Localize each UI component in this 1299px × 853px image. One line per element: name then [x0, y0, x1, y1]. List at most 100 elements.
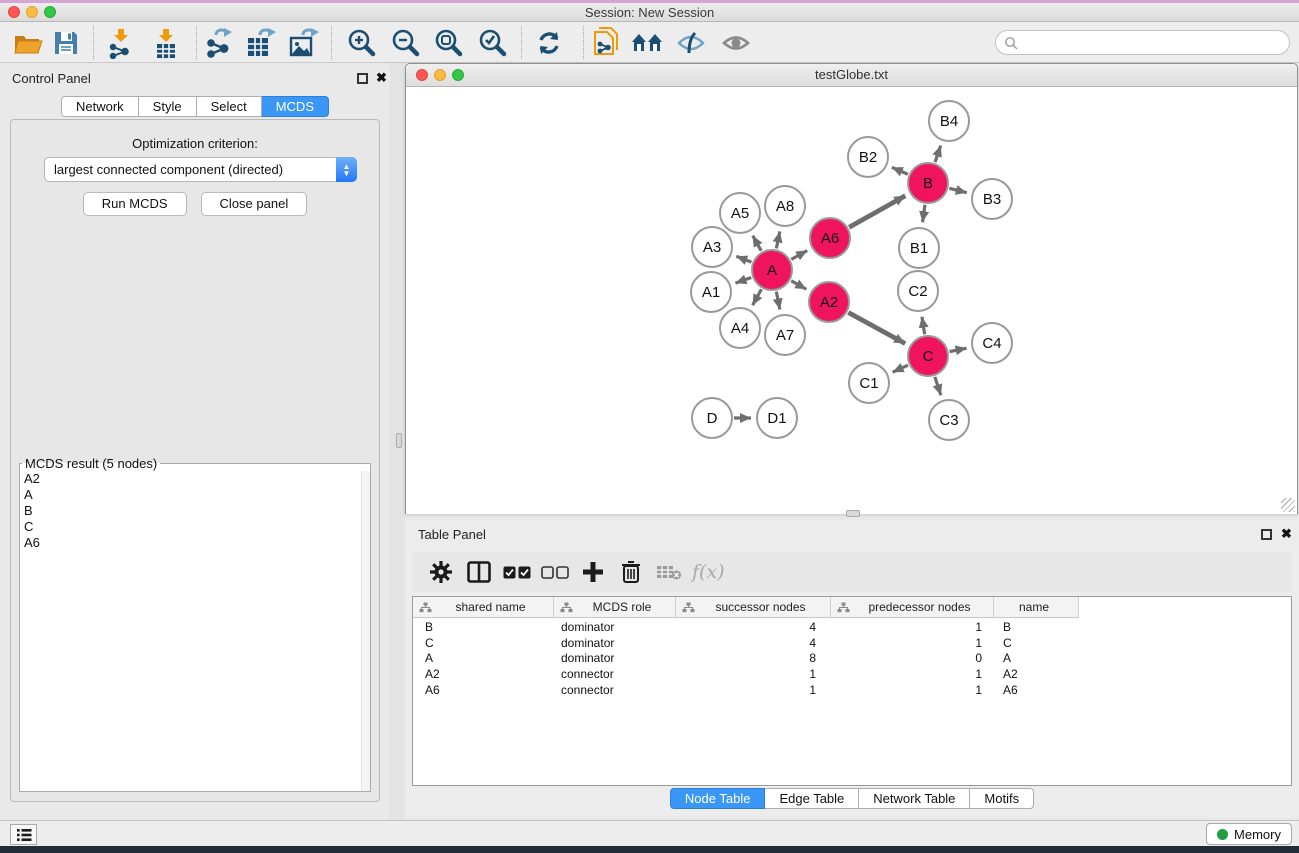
- tab-node-table[interactable]: Node Table: [670, 788, 766, 809]
- column-header-predecessor-nodes[interactable]: predecessor nodes: [831, 597, 994, 618]
- graph-edge-A2-C[interactable]: [848, 313, 905, 344]
- table-cell[interactable]: 1: [831, 619, 994, 635]
- mcds-result-item[interactable]: B: [20, 503, 370, 519]
- task-history-list-icon[interactable]: [10, 824, 37, 845]
- graph-node-B3[interactable]: B3: [972, 179, 1012, 219]
- table-cell[interactable]: 1: [676, 666, 831, 682]
- graph-edge-C-C4[interactable]: [950, 348, 967, 351]
- table-cell[interactable]: connector: [554, 666, 676, 682]
- graph-node-A7[interactable]: A7: [765, 315, 805, 355]
- search-input[interactable]: [1023, 35, 1289, 50]
- table-cell[interactable]: A2: [994, 666, 1079, 682]
- table-cell[interactable]: B: [994, 619, 1079, 635]
- mcds-result-item[interactable]: A2: [20, 471, 370, 487]
- table-settings-gear-icon[interactable]: [422, 554, 460, 590]
- graph-node-D[interactable]: D: [692, 398, 732, 438]
- mcds-result-item[interactable]: C: [20, 519, 370, 535]
- network-window-titlebar[interactable]: testGlobe.txt: [406, 64, 1297, 87]
- save-session-icon[interactable]: [47, 25, 85, 60]
- graph-edge-B-B1[interactable]: [923, 205, 925, 222]
- graph-edge-B-B3[interactable]: [949, 188, 966, 192]
- graph-node-C2[interactable]: C2: [898, 271, 938, 311]
- table-cell[interactable]: 4: [676, 619, 831, 635]
- tab-motifs[interactable]: Motifs: [970, 788, 1034, 809]
- import-table-icon[interactable]: [147, 25, 185, 60]
- open-file-icon[interactable]: [9, 25, 47, 60]
- tab-select[interactable]: Select: [197, 96, 262, 117]
- zoom-selected-icon[interactable]: [474, 25, 512, 60]
- graph-edge-A-A1[interactable]: [735, 277, 751, 283]
- search-field[interactable]: [995, 30, 1290, 55]
- close-panel-button[interactable]: Close panel: [201, 192, 308, 216]
- graph-edge-A6-B[interactable]: [849, 196, 905, 228]
- graph-edge-A-A6[interactable]: [791, 251, 807, 260]
- export-table-icon[interactable]: [242, 25, 280, 60]
- table-cell[interactable]: A6: [994, 682, 1079, 698]
- graph-edge-A-A5[interactable]: [753, 236, 762, 251]
- graph-node-B[interactable]: B: [908, 163, 948, 203]
- node-table[interactable]: shared nameMCDS rolesuccessor nodesprede…: [412, 596, 1292, 786]
- graph-edge-A-A4[interactable]: [753, 289, 762, 305]
- column-header-MCDS-role[interactable]: MCDS role: [554, 597, 676, 618]
- new-network-from-selection-icon[interactable]: [588, 25, 626, 60]
- mcds-list-scrollbar[interactable]: [361, 471, 370, 791]
- table-row[interactable]: Cdominator41C: [413, 635, 1079, 651]
- network-graph[interactable]: AA1A2A3A4A5A6A7A8BB1B2B3B4CC1C2C3C4DD1: [406, 87, 1297, 514]
- graph-node-A[interactable]: A: [752, 250, 792, 290]
- table-cell[interactable]: A2: [413, 666, 554, 682]
- table-cell[interactable]: 4: [676, 635, 831, 651]
- mcds-result-item[interactable]: A: [20, 487, 370, 503]
- delete-table-icon[interactable]: [650, 554, 688, 590]
- tab-mcds[interactable]: MCDS: [262, 96, 329, 117]
- table-cell[interactable]: 1: [831, 682, 994, 698]
- tab-edge-table[interactable]: Edge Table: [765, 788, 859, 809]
- zoom-out-icon[interactable]: [387, 25, 425, 60]
- table-row[interactable]: Adominator80A: [413, 650, 1079, 666]
- unselect-all-icon[interactable]: [536, 554, 574, 590]
- show-all-eye-icon[interactable]: [717, 25, 755, 60]
- zoom-in-icon[interactable]: [343, 25, 381, 60]
- table-row[interactable]: A2connector11A2: [413, 666, 1079, 682]
- vertical-splitter-grip[interactable]: [396, 433, 402, 448]
- graph-node-A5[interactable]: A5: [720, 193, 760, 233]
- window-resize-grip[interactable]: [1281, 498, 1295, 512]
- close-panel-icon[interactable]: ✖: [376, 70, 387, 86]
- zoom-fit-icon[interactable]: [430, 25, 468, 60]
- graph-node-A1[interactable]: A1: [691, 272, 731, 312]
- graph-edge-C-C3[interactable]: [935, 377, 941, 395]
- horizontal-splitter-grip[interactable]: [846, 510, 860, 517]
- graph-edge-C-C1[interactable]: [893, 365, 908, 372]
- graph-edge-A-A7[interactable]: [776, 292, 780, 310]
- graph-node-C4[interactable]: C4: [972, 323, 1012, 363]
- graph-node-D1[interactable]: D1: [757, 398, 797, 438]
- graph-node-B4[interactable]: B4: [929, 101, 969, 141]
- export-network-icon[interactable]: [200, 25, 238, 60]
- graph-node-A6[interactable]: A6: [810, 218, 850, 258]
- graph-node-A4[interactable]: A4: [720, 308, 760, 348]
- network-canvas[interactable]: AA1A2A3A4A5A6A7A8BB1B2B3B4CC1C2C3C4DD1: [406, 87, 1297, 514]
- graph-edge-A-A2[interactable]: [791, 281, 806, 290]
- function-builder-icon[interactable]: f(x): [692, 561, 725, 583]
- table-cell[interactable]: dominator: [554, 635, 676, 651]
- column-header-shared-name[interactable]: shared name: [413, 597, 554, 618]
- graph-node-A2[interactable]: A2: [809, 282, 849, 322]
- export-image-icon[interactable]: [285, 25, 323, 60]
- tab-network-table[interactable]: Network Table: [859, 788, 970, 809]
- import-network-icon[interactable]: [102, 25, 140, 60]
- hide-selected-eye-slash-icon[interactable]: [672, 25, 710, 60]
- float-panel-icon[interactable]: [1261, 529, 1272, 540]
- close-panel-icon[interactable]: ✖: [1281, 526, 1292, 542]
- graph-node-A3[interactable]: A3: [692, 227, 732, 267]
- table-cell[interactable]: 8: [676, 650, 831, 666]
- graph-edge-A-A3[interactable]: [736, 256, 751, 262]
- graph-node-B2[interactable]: B2: [848, 137, 888, 177]
- graph-node-C1[interactable]: C1: [849, 363, 889, 403]
- graph-edge-B-B4[interactable]: [935, 146, 941, 163]
- table-cell[interactable]: 0: [831, 650, 994, 666]
- graph-node-C3[interactable]: C3: [929, 400, 969, 440]
- run-mcds-button[interactable]: Run MCDS: [83, 192, 187, 216]
- mcds-result-item[interactable]: A6: [20, 535, 370, 551]
- select-all-icon[interactable]: [498, 554, 536, 590]
- tab-network[interactable]: Network: [61, 96, 139, 117]
- table-row[interactable]: A6connector11A6: [413, 682, 1079, 698]
